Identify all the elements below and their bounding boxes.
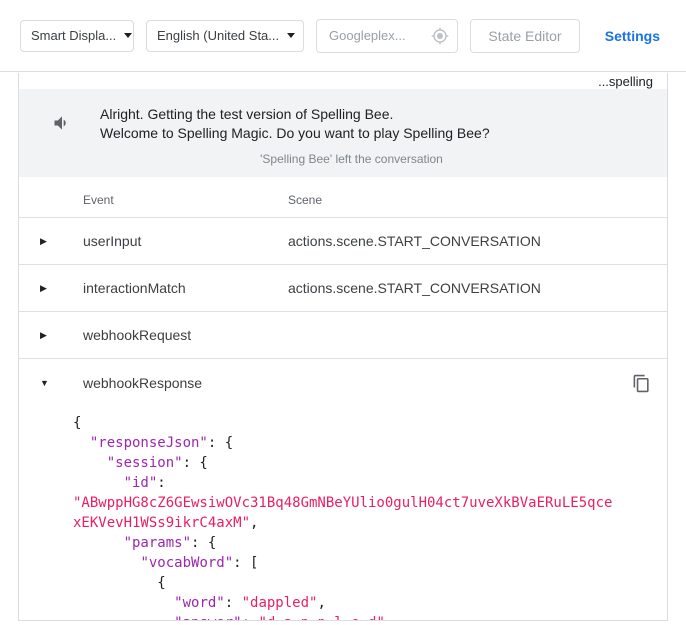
event-name: webhookRequest (83, 327, 288, 343)
expand-arrow-icon[interactable]: ▶ (19, 284, 83, 293)
json-line: "answer": "d,a,p,p,l,e,d" (73, 613, 651, 621)
clipped-user-utterance: ...spelling (19, 73, 667, 89)
json-token: "responseJson" (90, 435, 208, 451)
clipped-user-utterance-text: ...spelling (598, 74, 653, 89)
column-header-scene: Scene (288, 193, 627, 207)
json-token: "session" (107, 455, 183, 471)
json-token: { (73, 415, 81, 431)
volume-speaker-icon (52, 113, 72, 133)
json-line: "params": { (73, 533, 651, 553)
event-row-userInput[interactable]: ▶userInputactions.scene.START_CONVERSATI… (19, 218, 667, 265)
json-line: "session": { (73, 453, 651, 473)
caret-down-icon (124, 33, 132, 38)
json-token: : { (183, 455, 208, 471)
json-token: { (73, 575, 166, 591)
json-token: : { (208, 435, 233, 451)
collapse-arrow-icon[interactable]: ▼ (19, 379, 83, 388)
language-selector[interactable]: English (United Sta... (146, 20, 304, 52)
column-header-event: Event (83, 193, 288, 207)
location-field-value: Googleplex... (329, 28, 406, 43)
json-token: : (242, 615, 259, 621)
surface-selector-label: Smart Displa... (31, 28, 116, 43)
event-row-webhookRequest[interactable]: ▶webhookRequest (19, 312, 667, 359)
json-line: { (73, 413, 651, 433)
simulator-output-panel: ...spelling Alright. Getting the test ve… (18, 73, 668, 621)
json-line: { (73, 573, 651, 593)
json-token: : (157, 475, 165, 491)
json-line: "responseJson": { (73, 433, 651, 453)
json-token (73, 455, 107, 471)
json-token: "vocabWord" (140, 555, 233, 571)
event-name: userInput (83, 233, 288, 249)
event-name: interactionMatch (83, 280, 288, 296)
locate-target-icon (431, 27, 449, 45)
simulator-toolbar: Smart Displa... English (United Sta... G… (0, 0, 686, 72)
json-token (73, 595, 174, 611)
json-token: xEKVevH1WSs9ikrC4axM" (73, 515, 250, 531)
expand-arrow-icon[interactable]: ▶ (19, 237, 83, 246)
json-token: , (317, 595, 325, 611)
copy-json-button[interactable] (630, 372, 653, 395)
event-name: webhookResponse (83, 375, 288, 391)
conversation-status-note: 'Spelling Bee' left the conversation (52, 152, 651, 166)
event-row-interactionMatch[interactable]: ▶interactionMatchactions.scene.START_CON… (19, 265, 667, 312)
assistant-message-line-1: Alright. Getting the test version of Spe… (100, 105, 490, 124)
json-token (73, 435, 90, 451)
json-token (73, 615, 174, 621)
json-line: "word": "dappled", (73, 593, 651, 613)
scene-name: actions.scene.START_CONVERSATION (288, 280, 627, 296)
event-table-rows: ▶userInputactions.scene.START_CONVERSATI… (19, 218, 667, 407)
json-token: "ABwppHG8cZ6GEwsiwOVc31Bq48GmNBeYUlio0gu… (73, 495, 612, 511)
assistant-message-line-2: Welcome to Spelling Magic. Do you want t… (100, 124, 490, 143)
event-row-webhookResponse[interactable]: ▼webhookResponse (19, 359, 667, 407)
scene-name: actions.scene.START_CONVERSATION (288, 233, 627, 249)
language-selector-label: English (United Sta... (157, 28, 279, 43)
json-token (73, 475, 124, 491)
location-field[interactable]: Googleplex... (316, 19, 458, 53)
state-editor-button[interactable]: State Editor (470, 19, 580, 53)
json-token: , (250, 515, 258, 531)
json-token: "params" (124, 535, 191, 551)
json-token: "d,a,p,p,l,e,d" (258, 615, 384, 621)
json-token: : { (191, 535, 216, 551)
event-table-header: Event Scene (19, 177, 667, 218)
json-line: xEKVevH1WSs9ikrC4axM", (73, 513, 651, 533)
caret-down-icon (287, 33, 295, 38)
json-token: "id" (124, 475, 158, 491)
json-token: "dappled" (242, 595, 318, 611)
json-line: "vocabWord": [ (73, 553, 651, 573)
json-token (73, 535, 124, 551)
json-line: "id": (73, 473, 651, 493)
settings-button[interactable]: Settings (599, 20, 666, 52)
assistant-response-card: Alright. Getting the test version of Spe… (19, 89, 667, 177)
expand-arrow-icon[interactable]: ▶ (19, 331, 83, 340)
json-token (73, 555, 140, 571)
json-token: : (225, 595, 242, 611)
copy-icon (632, 374, 651, 393)
json-response-viewer: { "responseJson": { "session": { "id":"A… (19, 407, 667, 621)
json-token: "word" (174, 595, 225, 611)
surface-selector[interactable]: Smart Displa... (20, 20, 134, 52)
json-token: : [ (233, 555, 258, 571)
json-line: "ABwppHG8cZ6GEwsiwOVc31Bq48GmNBeYUlio0gu… (73, 493, 651, 513)
json-token: "answer" (174, 615, 241, 621)
